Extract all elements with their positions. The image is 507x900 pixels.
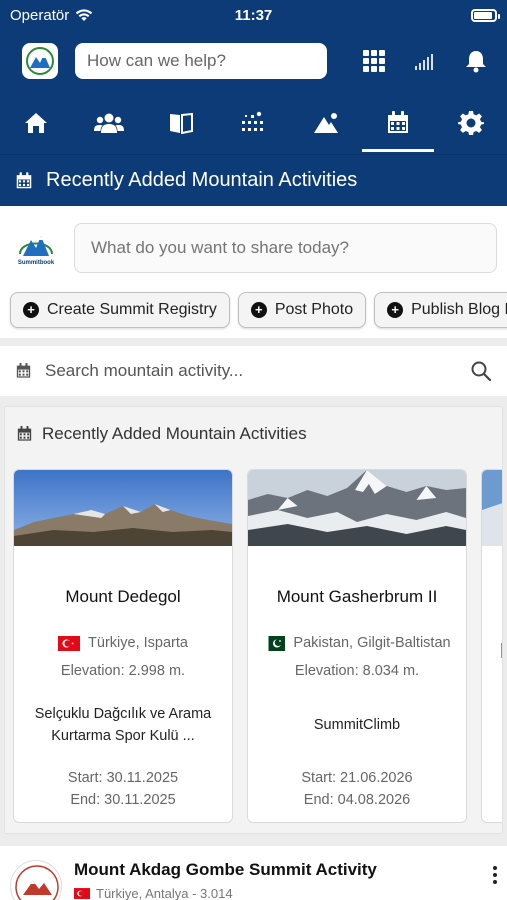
page-title: Recently Added Mountain Activities: [46, 169, 358, 191]
card-organizer: SummitClimb: [313, 717, 401, 733]
top-bar: [0, 30, 507, 92]
mountain-icon: [313, 113, 338, 133]
community-icon: [93, 113, 124, 133]
pakistan-flag-icon: [263, 635, 286, 651]
home-icon: [25, 113, 48, 133]
status-bar: Operatör 11:37: [0, 0, 507, 30]
feed-post-subtitle: Türkiye, Antalya - 3.014: [74, 886, 377, 900]
grid-icon[interactable]: [363, 50, 385, 72]
nav-guide[interactable]: [145, 92, 217, 154]
nav-mountains[interactable]: [290, 92, 362, 154]
nav-community[interactable]: [73, 92, 145, 154]
calendar-icon: [16, 171, 32, 188]
battery-icon: [471, 8, 500, 22]
card-dates: Start: 21.06.2026 End: 04.08.2026: [248, 767, 466, 811]
card-title: Mount Gasherbrum II: [276, 587, 438, 606]
pakistan-flag-icon: [496, 643, 502, 658]
mountain-photo: [14, 470, 232, 546]
section-title-bar: Recently Added Mountain Activities: [0, 154, 507, 206]
more-options-icon[interactable]: [493, 860, 497, 892]
action-chips: + Create Summit Registry + Post Photo + …: [0, 286, 507, 338]
search-icon[interactable]: [471, 361, 491, 381]
card-start-date: Start: 21.06.2026: [301, 770, 413, 786]
route-icon: [242, 111, 264, 131]
card-location-text: Pakistan, Gilgit-Baltistan: [293, 635, 451, 651]
help-search-input[interactable]: [75, 43, 327, 79]
book-icon: [170, 112, 194, 134]
feed-post-location: Türkiye, Antalya - 3.014: [96, 886, 233, 900]
bell-icon[interactable]: [465, 49, 487, 73]
card-end-date: End: 04.08.2026: [303, 792, 411, 808]
feed-post-title[interactable]: Mount Akdag Gombe Summit Activity: [74, 860, 377, 880]
panel-title: Recently Added Mountain Activities: [42, 424, 307, 443]
activity-card[interactable]: [481, 469, 502, 823]
card-title: Mount Dedegol: [65, 587, 181, 606]
calendar-icon: [388, 111, 409, 133]
post-photo-button[interactable]: + Post Photo: [237, 292, 367, 328]
chip-label: Publish Blog P: [411, 301, 507, 318]
recent-activities-panel: Recently Added Mountain Activities Mount…: [4, 406, 503, 834]
signal-icon[interactable]: [415, 52, 435, 70]
main-nav: [0, 92, 507, 154]
feed-post[interactable]: Mount Akdag Gombe Summit Activity Türkiy…: [0, 846, 507, 900]
calendar-icon: [17, 426, 32, 441]
summitbook-logo-icon: [26, 47, 54, 75]
club-avatar[interactable]: [10, 860, 62, 900]
card-dates: Start: 30.11.2025 End: 30.11.2025: [14, 767, 232, 811]
turkey-flag-icon: [58, 635, 81, 651]
chip-label: Post Photo: [274, 301, 354, 318]
card-organizer: Selçuklu Dağcılık ve Arama Kurtarma Spor…: [34, 706, 212, 744]
activity-search-input[interactable]: Search mountain activity...: [45, 361, 457, 381]
wifi-icon: [76, 9, 93, 21]
gear-icon: [457, 111, 484, 135]
activity-search-bar[interactable]: Search mountain activity...: [0, 346, 507, 396]
activity-carousel: Mount Dedegol Türkiye, Isparta Elevation…: [13, 469, 502, 823]
activity-card[interactable]: Mount Dedegol Türkiye, Isparta Elevation…: [13, 469, 233, 823]
plus-circle-icon: +: [387, 302, 404, 318]
card-elevation: Elevation: 2.998 m.: [60, 663, 186, 679]
summitbook-logo: Summitbook: [14, 230, 58, 266]
share-input[interactable]: [74, 223, 497, 273]
nav-home[interactable]: [0, 92, 72, 154]
turkey-flag-icon: [74, 888, 90, 899]
card-end-date: End: 30.11.2025: [70, 792, 176, 808]
publish-blog-button[interactable]: + Publish Blog P: [374, 292, 507, 328]
nav-routes[interactable]: [217, 92, 289, 154]
card-location: Pakistan, Gilgit-Baltistan: [248, 635, 466, 651]
plus-circle-icon: +: [23, 302, 39, 318]
carrier-label: Operatör: [10, 6, 70, 24]
card-location: Türkiye, Isparta: [14, 635, 232, 651]
panel-header: Recently Added Mountain Activities: [5, 407, 502, 461]
share-box: Summitbook: [0, 206, 507, 286]
mountain-photo: [482, 470, 502, 546]
card-location: [482, 643, 502, 658]
app-screen: Operatör 11:37 How can we help? Recently…: [0, 0, 507, 900]
card-elevation: Elevation: 8.034 m.: [294, 663, 420, 679]
app-logo[interactable]: [22, 43, 58, 79]
nav-activities[interactable]: [362, 92, 435, 154]
summitbook-logo-icon: [19, 236, 53, 256]
nav-settings[interactable]: [435, 92, 507, 154]
card-location-text: Türkiye, Isparta: [88, 635, 188, 651]
plus-circle-icon: +: [250, 302, 267, 318]
header: Operatör 11:37 How can we help? Recently…: [0, 0, 507, 206]
calendar-icon: [16, 363, 31, 378]
activity-card[interactable]: Mount Gasherbrum II Pakistan, Gilgit-Bal…: [247, 469, 467, 823]
club-logo-icon: [12, 862, 61, 900]
mountain-photo: [248, 470, 466, 546]
chip-label: Create Summit Registry: [47, 301, 217, 318]
card-start-date: Start: 30.11.2025: [67, 770, 179, 786]
logo-wordmark: Summitbook: [17, 260, 55, 266]
create-summit-registry-button[interactable]: + Create Summit Registry: [10, 292, 230, 328]
